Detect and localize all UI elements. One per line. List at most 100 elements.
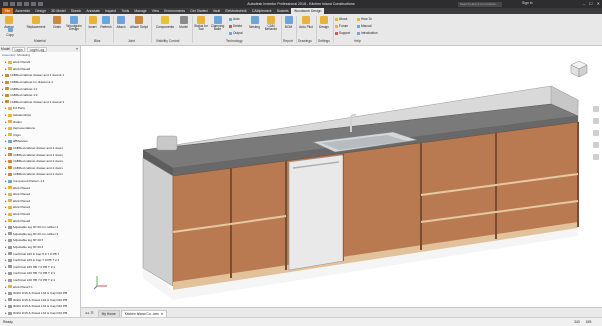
introduction-button[interactable]: Introduction [357,31,378,35]
tree-node-label: Adjustable leg 3P 20:3 [12,238,44,243]
sign-in-button[interactable]: Sign In [522,1,533,5]
tree-node[interactable]: ▸ 3rd Party [5,105,25,112]
zoom-icon[interactable] [593,130,599,136]
assembly-mode-link[interactable]: Assembly [2,53,15,57]
tree-node[interactable]: ▸ Minifix D15 & Dowel L34 & Cap D10 PB [5,290,67,297]
tree-node[interactable]: ▸ Component Pattern 1:1 [5,178,45,185]
model-button[interactable]: Model [177,16,190,29]
forum-button[interactable]: Forum [335,24,348,28]
tree-node[interactable]: ▸ Relationships [5,112,31,119]
about-button[interactable]: About [335,17,347,21]
tree-node[interactable]: ▸ Work Plane5 [5,59,30,66]
cam-behavior-button[interactable]: CAM Behavior [263,16,279,32]
window-title: Autodesk Inventor Professional 2018 - Ki… [247,2,355,6]
tree-node-label: CABRed cabinet 1:1 [9,86,38,91]
minimize-button[interactable]: – [583,1,585,6]
status-for-tool-button[interactable]: Status for Tool [193,16,209,32]
close-button[interactable]: ✕ [597,1,600,6]
tree-node[interactable]: ▸ Confirmat L60 & Cap 7.0 PB T 2:1 [5,257,59,264]
browser-tab-login-log[interactable]: Login Log [27,46,47,52]
tree-node[interactable]: ▸ CABRed cabinet 1:2 [2,92,38,99]
delete-button[interactable]: Delete [229,24,242,28]
tree-node[interactable]: ▸ Confirmat L60 HB 7.0 PB T 2:1 [5,270,55,277]
tree-node[interactable]: ▸ Confirmat L60 HB 7.0 PB T 2:1 [5,277,55,284]
attach-script-button[interactable]: Attach Script [128,16,150,29]
tree-node[interactable]: ▸ Representations [5,125,35,132]
tree-node-label: Modus [12,119,22,124]
auto-button[interactable]: Auto [229,17,240,21]
manual-button[interactable]: Manual [357,24,371,28]
browser-tab-model[interactable]: Model [1,47,10,51]
tree-node[interactable]: ▸ Work Plane6 [5,217,30,224]
tree-node[interactable]: ▸ Minifix D15 & Dowel L34 & Cap D10 PB [5,297,67,304]
tree-node[interactable]: ▸ Adjustable leg 3P 20:4 [5,244,43,251]
nesting-button[interactable]: Nesting [246,16,263,29]
tree-node[interactable]: ▸CABRed cabinet drawer and 2 doors [5,171,63,178]
doc-tab-my-home[interactable]: My Home [97,310,120,317]
help-search-input[interactable]: Search Help & Commands... [458,1,502,7]
component-icon [5,100,9,104]
doc-tab-kitchen-island[interactable]: Kitchen Island Co...iam ✕ [120,310,168,317]
tree-node[interactable]: ▸ Origin [5,132,21,139]
woodgrain-design-button[interactable]: Woodgrain Design [64,16,84,32]
component-icon [8,291,12,295]
steering-wheel-icon[interactable] [593,106,599,112]
tree-node[interactable]: ▸ Work Plane4 [5,204,30,211]
tree-node-label: Work Plane2 [12,192,31,197]
tree-node[interactable]: ▸ WBSeleton [5,138,28,145]
tree-node[interactable]: ▸ Confirmat L60 HB 7.0 PB T 2:1 [5,264,55,271]
browser-tab-login[interactable]: Login [11,46,26,52]
status-icon [197,16,205,24]
browser-menu-icon[interactable]: ≡ [76,47,78,51]
tree-node[interactable]: ▸CABRed cabinet drawer and 2 doors [5,145,63,152]
replacement-button[interactable]: Replacement [22,16,50,29]
tab-scroll-controls[interactable]: ◂ ▸ ☰ [85,309,94,317]
tree-node-label: CABRed cabinet drawer and 2 doors [12,165,63,170]
tree-node[interactable]: ▸ Minifix D15 & Dowel L34 & Cap D10 PB [5,303,67,310]
look-at-icon[interactable] [593,154,599,160]
maximize-button[interactable]: ☐ [589,1,593,6]
tree-node[interactable]: ▸CABRed cabinet drawer and 2 doors [5,151,63,158]
how-to-button[interactable]: How-To [357,17,372,21]
tree-node[interactable]: ▸CABRed cabinet drawer and 2 doors [5,158,63,165]
grain-button[interactable]: Grain [50,16,64,29]
bom-button[interactable]: BOM [282,16,295,29]
tree-node-label: Work Plane5 [12,60,31,65]
group-label-drawings: Drawings [298,38,312,43]
tree-node[interactable]: ▸ Adjustable leg 3P 20:3 [5,237,43,244]
tree-node[interactable]: ▸ CABRed cabinet drawer and 2 doors2:1 [2,99,64,106]
cabinet-left-side [142,157,174,287]
orbit-icon[interactable] [593,142,599,148]
insert-button[interactable]: Insert [86,16,99,29]
tree-node[interactable]: ▸ Work Plane5 [5,211,30,218]
copy-button[interactable]: Copy [4,27,16,37]
forum-icon [335,24,338,28]
modeling-mode-link[interactable]: Modeling [17,53,30,57]
tree-node[interactable]: ▸ Modus [5,118,22,125]
clamping-base-button[interactable]: Clamping Base [209,16,226,32]
tree-node[interactable]: ▸ CABRed cabinet for drawers1:1 [2,79,53,86]
component-icon [8,166,12,170]
components-button[interactable]: Components [153,16,177,29]
tree-node[interactable]: ▸ Adjustable leg 3P 20 cm-rubber:1 [5,224,58,231]
graphics-viewport[interactable] [81,46,602,317]
refresh-button[interactable]: Refresh [99,16,113,29]
tree-node[interactable]: ▸ CABRed cabinet 1:1 [2,85,38,92]
tree-node[interactable]: ▸ Work Plane3 [5,198,30,205]
tree-node[interactable]: ▸ Work Plane7:1 [5,283,33,290]
support-button[interactable]: Support [335,31,350,35]
tree-node[interactable]: ▸ Work Plane2 [5,191,30,198]
tree-node[interactable]: ▸ Confirmat L60 & Cap 5.0 7.0 PB T [5,250,59,257]
tree-node[interactable]: ▸ CABRed cabinet drawer and 2 doors1:1 [2,72,64,79]
design-settings-button[interactable]: Design [317,16,331,29]
auto-pilot-button[interactable]: Auto Pilot [297,16,315,29]
tree-node[interactable]: ▸ Work Plane6 [5,66,30,73]
component-icon [8,225,12,229]
pan-icon[interactable] [593,118,599,124]
output-button[interactable]: Output [229,31,243,35]
tree-node[interactable]: ▸CABRed cabinet drawer and 2 doors [5,165,63,172]
tree-node[interactable]: ▸ Adjustable leg 3P 20 cm-rubber:2 [5,231,58,238]
tree-node[interactable]: ▸ Work Plane1 [5,184,30,191]
attach-button[interactable]: Attach [114,16,128,29]
tree-node[interactable]: ▸ Minifix D15 & Dowel L34 & Cap D10 PB [5,310,67,317]
